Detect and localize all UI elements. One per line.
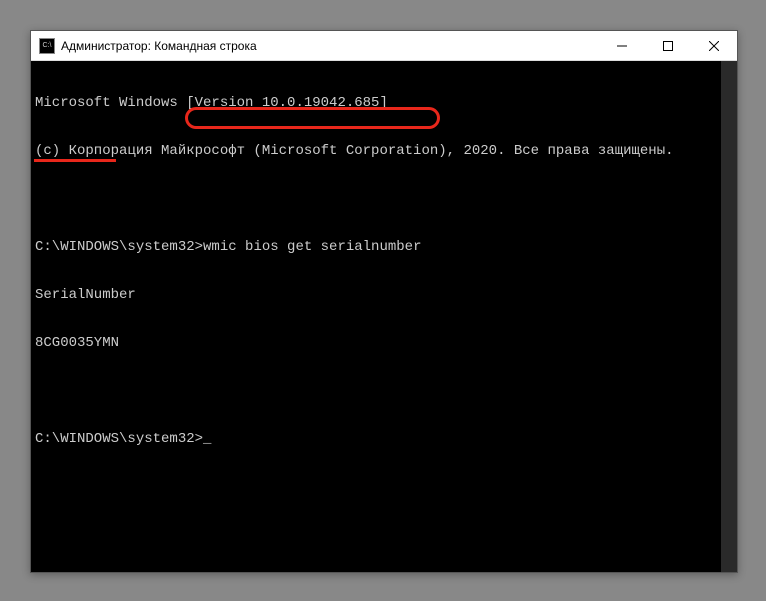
output-header: SerialNumber xyxy=(35,287,733,303)
cursor: _ xyxy=(203,431,211,447)
annotation-serial-underline xyxy=(34,159,116,162)
titlebar[interactable]: C:\ Администратор: Командная строка xyxy=(31,31,737,61)
command-prompt-window: C:\ Администратор: Командная строка Micr… xyxy=(30,30,738,573)
app-icon: C:\ xyxy=(39,38,55,54)
terminal-output[interactable]: Microsoft Windows [Version 10.0.19042.68… xyxy=(31,61,737,572)
command-line-2: C:\WINDOWS\system32>_ xyxy=(35,431,733,447)
command-text: wmic bios get serialnumber xyxy=(203,239,421,255)
command-line-1: C:\WINDOWS\system32>wmic bios get serial… xyxy=(35,239,733,255)
blank-line xyxy=(35,191,733,207)
prompt-path: C:\WINDOWS\system32> xyxy=(35,431,203,447)
scrollbar-thumb[interactable] xyxy=(721,61,737,572)
copyright-line: (c) Корпорация Майкрософт (Microsoft Cor… xyxy=(35,143,733,159)
minimize-button[interactable] xyxy=(599,31,645,61)
window-controls xyxy=(599,31,737,60)
app-icon-text: C:\ xyxy=(43,42,52,49)
output-serial-number: 8CG0035YMN xyxy=(35,335,733,351)
prompt-path: C:\WINDOWS\system32> xyxy=(35,239,203,255)
version-line: Microsoft Windows [Version 10.0.19042.68… xyxy=(35,95,733,111)
vertical-scrollbar[interactable] xyxy=(721,61,737,572)
window-title: Администратор: Командная строка xyxy=(61,39,599,53)
close-button[interactable] xyxy=(691,31,737,61)
maximize-button[interactable] xyxy=(645,31,691,61)
blank-line xyxy=(35,383,733,399)
